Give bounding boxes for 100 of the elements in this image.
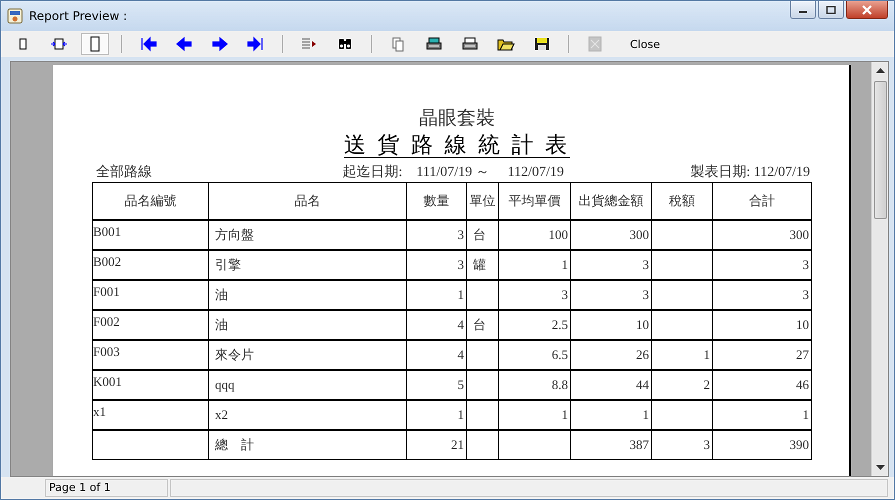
app-icon xyxy=(7,8,23,24)
column-header: 單位 xyxy=(466,182,498,220)
table-cell: 10 xyxy=(712,310,812,340)
table-cell xyxy=(652,400,712,430)
table-cell: 1 xyxy=(406,280,466,310)
total-cell: 總 計 xyxy=(208,430,406,460)
table-cell: 8.8 xyxy=(498,370,570,400)
table-cell xyxy=(652,250,712,280)
table-cell: K001 xyxy=(92,370,208,400)
table-cell: 5 xyxy=(406,370,466,400)
table-cell: 3 xyxy=(498,280,570,310)
page-indicator: Page 1 of 1 xyxy=(45,479,168,497)
next-page-icon xyxy=(211,36,229,52)
table-cell xyxy=(466,340,498,370)
company-name: 晶眼套裝 xyxy=(418,107,496,131)
table-cell: 3 xyxy=(712,250,812,280)
table-cell: 引擎 xyxy=(208,250,406,280)
printer-setup-icon xyxy=(425,36,443,52)
table-cell: 2 xyxy=(652,370,712,400)
total-cell: 387 xyxy=(570,430,652,460)
table-cell: 3 xyxy=(406,250,466,280)
table-cell: 罐 xyxy=(466,250,498,280)
table-cell xyxy=(652,310,712,340)
table-cell: 300 xyxy=(570,220,652,250)
table-cell: 台 xyxy=(466,310,498,340)
total-cell xyxy=(498,430,570,460)
maximize-button[interactable] xyxy=(818,1,844,19)
column-header: 數量 xyxy=(406,182,466,220)
table-cell: 油 xyxy=(208,310,406,340)
table-cell: 3 xyxy=(712,280,812,310)
table-cell: B002 xyxy=(92,250,208,280)
scroll-up-icon[interactable] xyxy=(876,68,884,73)
table-cell: F003 xyxy=(92,340,208,370)
table-cell: 4 xyxy=(406,310,466,340)
scroll-thumb[interactable] xyxy=(874,81,886,219)
table-cell: F001 xyxy=(92,280,208,310)
period-to: 112/07/19 xyxy=(508,164,564,182)
maximize-icon xyxy=(826,6,836,14)
table-cell: 46 xyxy=(712,370,812,400)
fit-width-icon xyxy=(50,36,68,52)
table-cell: F002 xyxy=(92,310,208,340)
column-header: 品名 xyxy=(208,182,406,220)
table-cell: 油 xyxy=(208,280,406,310)
column-header: 品名編號 xyxy=(92,182,208,220)
column-header: 平均單價 xyxy=(498,182,570,220)
table-cell: B001 xyxy=(92,220,208,250)
table-cell: 3 xyxy=(406,220,466,250)
table-cell: 27 xyxy=(712,340,812,370)
table-cell: 100 xyxy=(498,220,570,250)
vertical-scrollbar[interactable] xyxy=(871,62,888,476)
table-cell: x1 xyxy=(92,400,208,430)
first-page-icon xyxy=(139,36,157,52)
table-cell: 1 xyxy=(652,340,712,370)
table-cell: 2.5 xyxy=(498,310,570,340)
full-page-button[interactable] xyxy=(81,33,109,55)
table-cell xyxy=(652,220,712,250)
table-cell: x2 xyxy=(208,400,406,430)
close-icon xyxy=(862,4,872,14)
table-cell xyxy=(652,280,712,310)
print-date: 製表日期: 112/07/19 xyxy=(690,164,810,182)
scroll-down-icon[interactable] xyxy=(876,465,884,470)
table-cell: 1 xyxy=(498,250,570,280)
table-cell: 300 xyxy=(712,220,812,250)
table-cell: 1 xyxy=(712,400,812,430)
total-cell: 390 xyxy=(712,430,812,460)
print-icon xyxy=(461,36,479,52)
table-cell: 4 xyxy=(406,340,466,370)
period-from: 111/07/19 ～ xyxy=(416,164,490,182)
table-cell xyxy=(466,400,498,430)
table-cell xyxy=(466,370,498,400)
total-cell: 21 xyxy=(406,430,466,460)
table-cell: 6.5 xyxy=(498,340,570,370)
table-cell: 1 xyxy=(498,400,570,430)
table-cell: 10 xyxy=(570,310,652,340)
report-title: 送 貨 路 線 統 計 表 xyxy=(344,132,570,158)
minimize-button[interactable] xyxy=(790,1,816,19)
route-label: 全部路線 xyxy=(96,164,152,182)
table-cell: 26 xyxy=(570,340,652,370)
column-header: 合計 xyxy=(712,182,812,220)
save-icon xyxy=(533,36,551,52)
table-cell: 方向盤 xyxy=(208,220,406,250)
total-cell: 3 xyxy=(652,430,712,460)
last-page-icon xyxy=(247,36,265,52)
table-cell: 3 xyxy=(570,280,652,310)
table-cell: 來令片 xyxy=(208,340,406,370)
table-cell: qqq xyxy=(208,370,406,400)
table-cell xyxy=(466,280,498,310)
table-cell: 1 xyxy=(570,400,652,430)
export-icon xyxy=(586,36,604,52)
total-cell xyxy=(466,430,498,460)
column-header: 稅額 xyxy=(652,182,712,220)
previous-page-icon xyxy=(175,36,193,52)
table-cell: 44 xyxy=(570,370,652,400)
close-report-button[interactable]: Close xyxy=(625,33,665,55)
column-header: 出貨總金額 xyxy=(570,182,652,220)
period-label: 起迄日期: xyxy=(342,164,402,182)
table-cell: 3 xyxy=(570,250,652,280)
window-title: Report Preview : xyxy=(29,9,128,23)
close-button[interactable] xyxy=(846,1,888,19)
table-cell: 台 xyxy=(466,220,498,250)
